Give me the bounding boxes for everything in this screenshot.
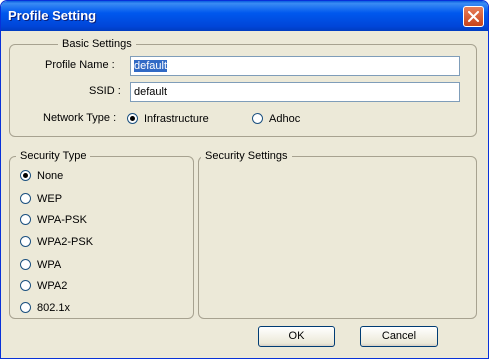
close-button[interactable] <box>463 6 484 27</box>
ssid-value: default <box>134 86 168 98</box>
radio-checked-icon <box>127 113 138 124</box>
radio-label: Infrastructure <box>144 113 209 125</box>
close-icon <box>468 11 479 22</box>
radio-unchecked-icon <box>20 193 31 204</box>
security-type-legend: Security Type <box>16 150 91 163</box>
radio-unchecked-icon <box>20 302 31 313</box>
profile-name-label: Profile Name : <box>45 59 115 71</box>
security-settings-legend: Security Settings <box>201 150 292 163</box>
radio-checked-icon <box>20 170 31 181</box>
network-type-infrastructure-radio[interactable]: Infrastructure <box>127 112 209 126</box>
radio-label: None <box>37 170 64 182</box>
radio-label: WPA <box>37 259 62 271</box>
ssid-label: SSID : <box>89 85 121 97</box>
radio-label: WPA2-PSK <box>37 236 94 248</box>
profile-setting-dialog: Profile Setting Basic Settings Profile N… <box>0 0 489 359</box>
title-bar[interactable]: Profile Setting <box>1 1 488 31</box>
security-type-wpa-psk-radio[interactable]: WPA-PSK <box>20 213 87 227</box>
security-type-none-radio[interactable]: None <box>20 169 63 183</box>
security-settings-group: Security Settings <box>198 150 477 319</box>
ok-button[interactable]: OK <box>258 326 335 347</box>
radio-label: WPA2 <box>37 280 68 292</box>
radio-label: 802.1x <box>37 302 71 314</box>
radio-unchecked-icon <box>20 214 31 225</box>
security-type-8021x-radio[interactable]: 802.1x <box>20 301 70 315</box>
radio-label: WPA-PSK <box>37 214 87 226</box>
radio-unchecked-icon <box>20 259 31 270</box>
security-type-wpa2-radio[interactable]: WPA2 <box>20 279 67 293</box>
security-type-wep-radio[interactable]: WEP <box>20 192 62 206</box>
radio-unchecked-icon <box>20 280 31 291</box>
network-type-adhoc-radio[interactable]: Adhoc <box>252 112 300 126</box>
window-title: Profile Setting <box>8 8 97 23</box>
radio-unchecked-icon <box>252 113 263 124</box>
radio-label: WEP <box>37 193 63 205</box>
network-type-label: Network Type : <box>43 112 117 124</box>
ssid-input[interactable]: default <box>130 82 460 102</box>
profile-name-input[interactable]: default <box>130 56 460 76</box>
profile-name-value: default <box>134 60 168 72</box>
cancel-button[interactable]: Cancel <box>360 326 438 347</box>
basic-settings-legend: Basic Settings <box>58 38 136 51</box>
radio-label: Adhoc <box>269 113 301 125</box>
security-type-wpa-radio[interactable]: WPA <box>20 258 61 272</box>
security-type-wpa2-psk-radio[interactable]: WPA2-PSK <box>20 235 93 249</box>
radio-unchecked-icon <box>20 236 31 247</box>
